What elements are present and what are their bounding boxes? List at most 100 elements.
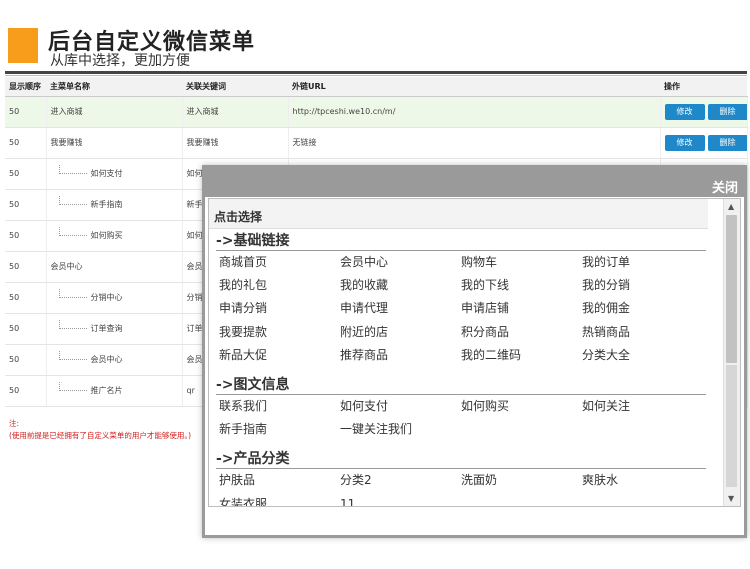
tree-connector: [58, 320, 87, 329]
link-section: ->图文信息 联系我们 如何支付 如何购买 如何关注新手指南 一键关注我们: [216, 375, 706, 441]
scroll-up-arrow-icon[interactable]: ▲: [728, 202, 734, 211]
link-option[interactable]: 我的礼包: [219, 274, 340, 297]
cell-menu-name: 分销中心: [46, 282, 183, 314]
cell-order: 50: [5, 127, 47, 159]
page: 后台自定义微信菜单 从库中选择，更加方便 显示顺序 主菜单名称 关联关键词 外链…: [0, 0, 750, 569]
submenu-name: 订单查询: [90, 324, 123, 333]
link-option[interactable]: 我的分销: [582, 274, 703, 297]
link-option[interactable]: 护肤品: [219, 469, 340, 492]
link-option[interactable]: 新品大促: [219, 344, 340, 367]
cell-order: 50: [5, 282, 47, 314]
link-option[interactable]: 我的佣金: [582, 297, 703, 320]
usage-note: 注: (使用前提是已经拥有了自定义菜单的用户才能够使用。): [9, 418, 191, 442]
link-grid: 联系我们 如何支付 如何购买 如何关注新手指南 一键关注我们: [216, 395, 706, 441]
link-option[interactable]: 购物车: [461, 251, 582, 274]
cell-menu-name: 推广名片: [46, 375, 183, 407]
link-option[interactable]: 如何关注: [582, 395, 703, 418]
scroll-down-arrow-icon[interactable]: ▼: [728, 494, 734, 503]
cell-menu-name: 新手指南: [46, 189, 183, 221]
link-option[interactable]: 女装衣服: [219, 493, 340, 507]
usage-note-label: 注:: [9, 419, 20, 428]
submenu-name: 如何支付: [90, 169, 123, 178]
tree-connector: [58, 351, 87, 360]
link-option[interactable]: 附近的店: [340, 321, 461, 344]
cell-menu-name: 会员中心: [46, 251, 183, 283]
edit-button[interactable]: 修改: [664, 134, 705, 151]
cell-actions: 修改 删除: [660, 96, 748, 128]
edit-button[interactable]: 修改: [664, 103, 705, 120]
link-option[interactable]: 推荐商品: [340, 344, 461, 367]
link-option[interactable]: 我的二维码: [461, 344, 582, 367]
link-option[interactable]: 申请代理: [340, 297, 461, 320]
section-title: ->基础链接: [216, 231, 706, 251]
cell-order: 50: [5, 158, 47, 190]
link-option[interactable]: 我的收藏: [340, 274, 461, 297]
section-title: ->图文信息: [216, 375, 706, 395]
cell-order: 50: [5, 251, 47, 283]
link-option[interactable]: 我的下线: [461, 274, 582, 297]
delete-button[interactable]: 删除: [707, 103, 746, 120]
submenu-name: 如何购买: [90, 231, 123, 240]
link-option[interactable]: 我要提款: [219, 321, 340, 344]
link-picker-dialog: 关闭 点击选择 ->基础链接 商城首页 会员中心 购物车 我的订单我的礼包 我的收藏 我的下…: [202, 165, 747, 538]
link-option[interactable]: 如何支付: [340, 395, 461, 418]
link-option[interactable]: 新手指南: [219, 418, 340, 441]
scrollbar-track[interactable]: [726, 365, 737, 487]
link-option[interactable]: 积分商品: [461, 321, 582, 344]
cell-menu-name: 进入商城: [46, 96, 183, 128]
delete-button[interactable]: 删除: [707, 134, 746, 151]
page-header: 后台自定义微信菜单 从库中选择，更加方便: [0, 0, 750, 76]
cell-menu-name: 会员中心: [46, 344, 183, 376]
cell-order: 50: [5, 96, 47, 128]
link-option[interactable]: 分类2: [340, 469, 461, 492]
link-option[interactable]: 洗面奶: [461, 469, 582, 492]
link-grid: 护肤品 分类2 洗面奶 爽肤水女装衣服 11: [216, 469, 706, 506]
scrollbar[interactable]: ▲ ▼: [723, 199, 740, 506]
cell-actions: 修改 删除: [660, 127, 748, 159]
link-option[interactable]: 一键关注我们: [340, 418, 461, 441]
cell-menu-name: 我要赚钱: [46, 127, 183, 159]
link-option[interactable]: 分类大全: [582, 344, 703, 367]
column-header-keyword: 关联关键词: [182, 77, 288, 97]
link-option[interactable]: 我的订单: [582, 251, 703, 274]
scrollbar-thumb[interactable]: [726, 215, 737, 363]
cell-keyword: 进入商城: [182, 96, 289, 128]
link-option[interactable]: 联系我们: [219, 395, 340, 418]
column-header-order: 显示顺序: [5, 77, 46, 97]
tree-connector: [58, 196, 87, 205]
tree-connector: [58, 227, 87, 236]
cell-menu-name: 如何支付: [46, 158, 183, 190]
link-option[interactable]: 11: [340, 493, 461, 507]
link-option[interactable]: 商城首页: [219, 251, 340, 274]
tree-connector: [58, 382, 87, 391]
cell-url: http://tpceshi.we10.cn/m/: [288, 96, 661, 128]
link-option[interactable]: 申请店铺: [461, 297, 582, 320]
link-list[interactable]: ->基础链接 商城首页 会员中心 购物车 我的订单我的礼包 我的收藏 我的下线 我的分销申请分…: [209, 229, 714, 506]
cell-order: 50: [5, 375, 47, 407]
orange-accent-block: [8, 28, 38, 63]
table-row: 50 进入商城 进入商城 http://tpceshi.we10.cn/m/修改 删除: [5, 96, 748, 128]
cell-order: 50: [5, 189, 47, 221]
link-option[interactable]: 会员中心: [340, 251, 461, 274]
header-divider-thin: [5, 75, 747, 76]
cell-menu-name: 订单查询: [46, 313, 183, 345]
cell-keyword: 我要赚钱: [182, 127, 289, 159]
link-grid: 商城首页 会员中心 购物车 我的订单我的礼包 我的收藏 我的下线 我的分销申请分销 申请代理申…: [216, 251, 706, 367]
link-section: ->产品分类 护肤品 分类2 洗面奶 爽肤水 女装衣服 11: [216, 449, 706, 506]
link-option[interactable]: 申请分销: [219, 297, 340, 320]
column-header-url: 外链URL: [288, 77, 660, 97]
table-row: 50 我要赚钱 我要赚钱 无链接 修改 删除: [5, 127, 748, 159]
dialog-title-bar: 关闭: [205, 168, 744, 197]
cell-order: 50: [5, 313, 47, 345]
header-divider: [5, 71, 747, 74]
column-header-actions: 操作: [660, 77, 747, 97]
link-option[interactable]: 爽肤水: [582, 469, 703, 492]
submenu-name: 分销中心: [90, 293, 123, 302]
page-subtitle: 从库中选择，更加方便: [50, 53, 190, 69]
dialog-content-header: 点击选择: [209, 199, 708, 229]
column-header-name: 主菜单名称: [46, 77, 182, 97]
close-button[interactable]: 关闭: [712, 177, 738, 196]
submenu-name: 新手指南: [90, 200, 123, 209]
link-option[interactable]: 如何购买: [461, 395, 582, 418]
link-option[interactable]: 热销商品: [582, 321, 703, 344]
